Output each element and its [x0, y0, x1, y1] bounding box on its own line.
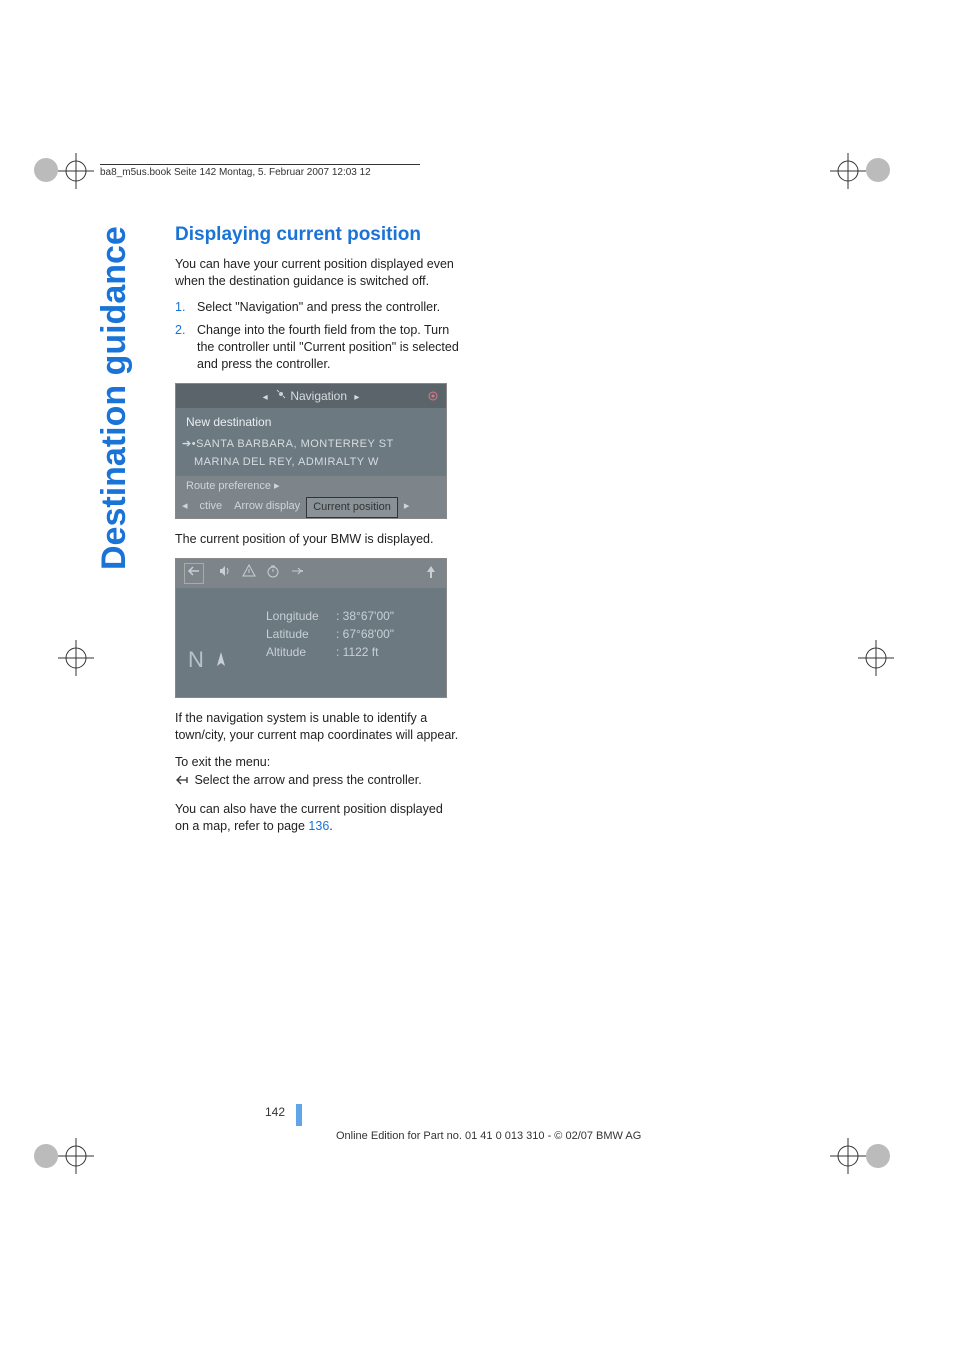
coordinates-block: Longitude: 38°67'00" Latitude: 67°68'00"… — [266, 607, 394, 661]
hatched-circle-icon — [860, 152, 896, 188]
footer-copyright: Online Edition for Part no. 01 41 0 013 … — [336, 1130, 641, 1142]
print-mark-icon — [858, 640, 894, 676]
step-number: 1. — [175, 299, 197, 316]
step-item: 1. Select "Navigation" and press the con… — [175, 299, 460, 316]
step-number: 2. — [175, 322, 197, 373]
new-destination-label: New destination — [176, 408, 446, 434]
compass-needle-icon — [212, 651, 230, 669]
after-nav-text: The current position of your BMW is disp… — [175, 531, 460, 548]
hatched-circle-icon — [28, 1138, 64, 1174]
latitude-label: Latitude — [266, 625, 336, 643]
step-text: Select "Navigation" and press the contro… — [197, 299, 440, 316]
position-screenshot: N Longitude: 38°67'00" Latitude: 67°68'0… — [175, 558, 447, 698]
altitude-value: : 1122 ft — [336, 643, 378, 661]
tab-active: ctive — [194, 497, 229, 518]
flag-icon: ➔• — [182, 438, 196, 450]
arrow-icon — [290, 564, 304, 583]
bottom-tabs: ◂ ctive Arrow display Current position ▸ — [176, 497, 446, 518]
destination-line: ➔•SANTA BARBARA, MONTERREY ST — [176, 435, 446, 454]
nav-title: Navigation — [290, 389, 347, 403]
clock-icon — [266, 564, 280, 583]
exit-label: To exit the menu: — [175, 754, 460, 771]
section-title-vertical: Destination guidance — [95, 226, 134, 570]
route-preference-row: Route preference ▸ — [176, 476, 446, 497]
gps-icon — [428, 389, 438, 399]
page-heading: Displaying current position — [175, 222, 460, 248]
longitude-value: : 38°67'00" — [336, 607, 394, 625]
nav-screenshot: ◂ Navigation ▸ New destination ➔•SANTA B… — [175, 383, 447, 519]
hatched-circle-icon — [860, 1138, 896, 1174]
speaker-icon — [218, 564, 232, 583]
warning-icon — [242, 564, 256, 583]
page-number-bar — [296, 1104, 302, 1126]
hatched-circle-icon — [28, 152, 64, 188]
exit-instruction: Select the arrow and press the controlle… — [175, 772, 460, 791]
page-number: 142 — [265, 1105, 285, 1119]
back-arrow-icon — [175, 774, 191, 791]
destination-line: MARINA DEL REY, ADMIRALTY W — [176, 453, 446, 472]
satellite-icon — [275, 389, 290, 403]
chevron-right-icon: ▸ — [398, 497, 416, 518]
chevron-right-icon: ▸ — [350, 392, 363, 403]
up-arrow-icon — [424, 565, 438, 584]
icon-bar — [176, 559, 446, 588]
back-icon — [184, 563, 204, 584]
step-text: Change into the fourth field from the to… — [197, 322, 460, 373]
nav-header: ◂ Navigation ▸ — [176, 384, 446, 409]
page-link[interactable]: 136 — [308, 819, 329, 833]
print-mark-icon — [58, 640, 94, 676]
unable-paragraph: If the navigation system is unable to id… — [175, 710, 460, 744]
tab-arrow-display: Arrow display — [228, 497, 306, 518]
altitude-label: Altitude — [266, 643, 336, 661]
longitude-label: Longitude — [266, 607, 336, 625]
latitude-value: : 67°68'00" — [336, 625, 394, 643]
step-item: 2. Change into the fourth field from the… — [175, 322, 460, 373]
print-header: ba8_m5us.book Seite 142 Montag, 5. Febru… — [100, 164, 420, 178]
intro-paragraph: You can have your current position displ… — [175, 256, 460, 290]
map-reference: You can also have the current position d… — [175, 801, 460, 835]
tab-current-position: Current position — [306, 497, 398, 518]
compass-label: N — [188, 645, 230, 675]
chevron-left-icon: ◂ — [259, 392, 272, 403]
chevron-left-icon: ◂ — [176, 497, 194, 518]
